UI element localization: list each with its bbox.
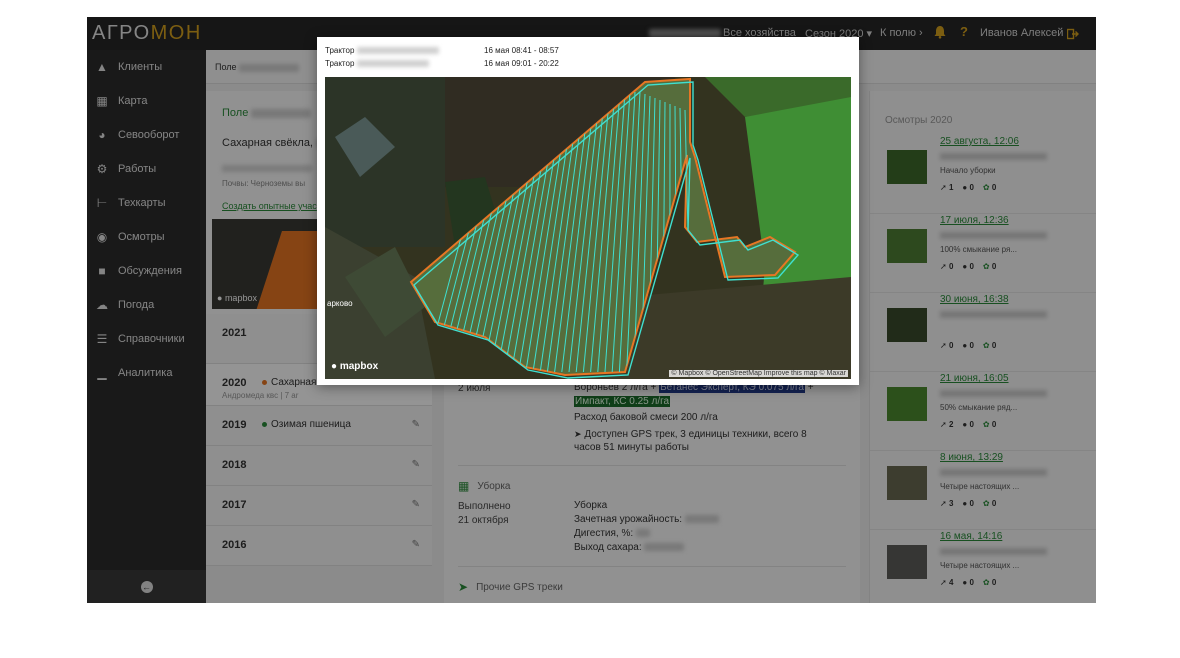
app-window: АГРОМОН Все хозяйства Сезон 2020 ▾ К пол… [87, 17, 1096, 603]
mapbox-logo: ● mapbox [331, 361, 379, 372]
mapbox-logo-text: mapbox [339, 361, 379, 372]
map-attribution[interactable]: © Mapbox © OpenStreetMap Improve this ma… [669, 370, 848, 377]
map-layers [325, 77, 851, 379]
track-label-text: Трактор [325, 46, 355, 55]
track-2-time: 16 мая 09:01 - 20:22 [484, 59, 559, 68]
track-1-time: 16 мая 08:41 - 08:57 [484, 46, 559, 55]
track-2-label: Трактор [325, 59, 429, 68]
blurred-tractor-name [356, 47, 439, 55]
satellite-map[interactable]: арково ● mapbox © Mapbox © OpenStreetMap… [325, 77, 851, 379]
map-town-label: арково [327, 299, 353, 308]
blurred-tractor-name [356, 60, 429, 68]
gps-track-modal: Трактор 16 мая 08:41 - 08:57 Трактор 16 … [317, 37, 859, 385]
track-label-text: Трактор [325, 59, 355, 68]
track-1-label: Трактор [325, 46, 439, 55]
